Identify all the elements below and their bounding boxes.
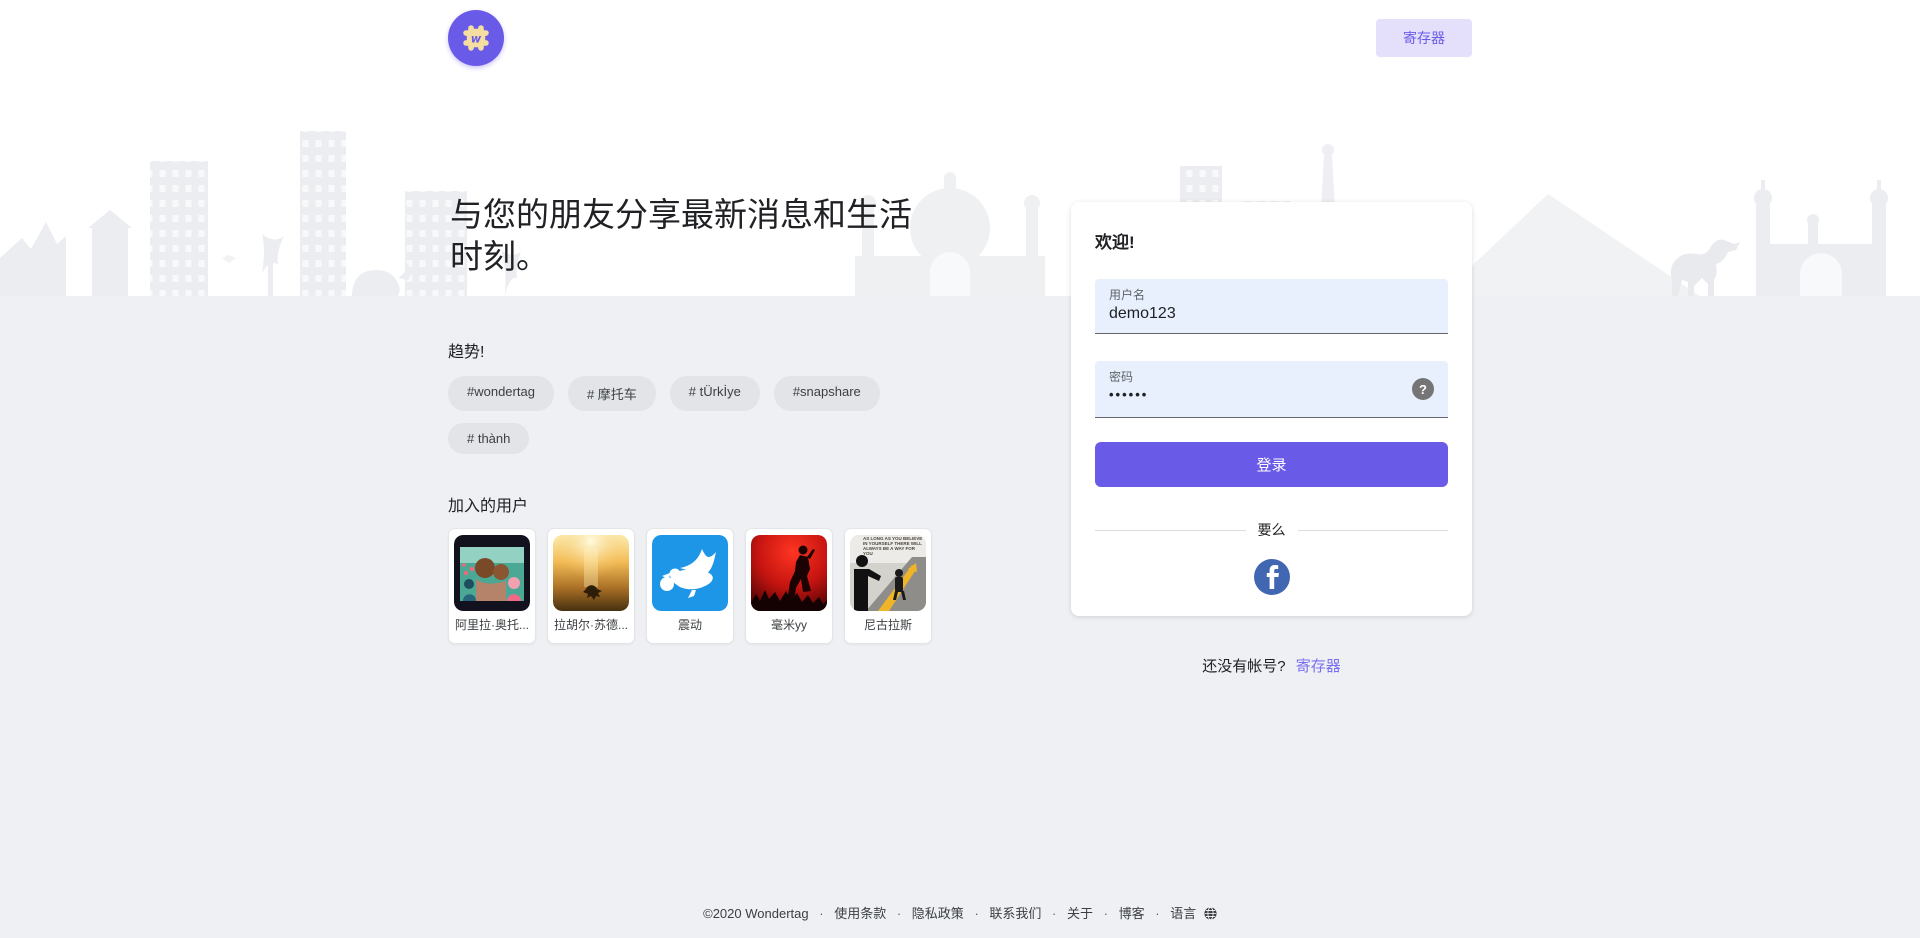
user-card[interactable]: 阿里拉·奥托... bbox=[448, 528, 536, 644]
user-card[interactable]: 拉胡尔·苏德... bbox=[547, 528, 635, 644]
trending-title: 趋势! bbox=[448, 338, 1008, 362]
footer-link-about[interactable]: 关于 bbox=[1067, 906, 1093, 921]
user-card[interactable]: AS LONG AS YOU BELIEVE IN YOURSELF THERE… bbox=[844, 528, 932, 644]
blue-dove-avatar bbox=[652, 535, 728, 611]
facebook-login-button[interactable] bbox=[1254, 559, 1290, 595]
meme-caption: AS LONG AS YOU BELIEVE IN YOURSELF THERE… bbox=[863, 536, 925, 556]
login-title: 欢迎! bbox=[1095, 228, 1448, 253]
footer-separator: · bbox=[819, 906, 823, 921]
username-label: 用户名 bbox=[1109, 287, 1434, 303]
user-name: 拉胡尔·苏德... bbox=[553, 617, 629, 633]
user-name: 尼古拉斯 bbox=[850, 617, 926, 633]
login-button[interactable]: 登录 bbox=[1095, 442, 1448, 487]
footer-link-terms[interactable]: 使用条款 bbox=[834, 906, 886, 921]
trend-tag-turkiye[interactable]: # tÜrkİye bbox=[670, 376, 760, 411]
user-name: 阿里拉·奥托... bbox=[454, 617, 530, 633]
footer-separator: · bbox=[897, 906, 901, 921]
user-card[interactable]: 震动 bbox=[646, 528, 734, 644]
trend-tag-wondertag[interactable]: #wondertag bbox=[448, 376, 554, 411]
concert-avatar bbox=[751, 535, 827, 611]
user-name: 毫米yy bbox=[751, 617, 827, 633]
meme-avatar: AS LONG AS YOU BELIEVE IN YOURSELF THERE… bbox=[850, 535, 926, 611]
baby-photo-avatar bbox=[454, 535, 530, 611]
username-field[interactable]: 用户名 bbox=[1095, 279, 1448, 334]
joined-users-title: 加入的用户 bbox=[448, 492, 1008, 516]
top-navigation: w 寄存器 bbox=[448, 0, 1472, 76]
login-panel: 欢迎! 用户名 密码 ? 登录 要么 bbox=[1071, 202, 1472, 691]
footer-link-contact[interactable]: 联系我们 bbox=[989, 906, 1041, 921]
trend-tag-motorcycle[interactable]: # 摩托车 bbox=[568, 376, 656, 411]
copyright: ©2020 Wondertag bbox=[703, 906, 808, 921]
facebook-icon bbox=[1254, 559, 1290, 595]
hashtag-logo-icon: w bbox=[459, 21, 493, 55]
user-name: 震动 bbox=[652, 617, 728, 633]
footer-link-privacy[interactable]: 隐私政策 bbox=[912, 906, 964, 921]
left-column: 趋势! #wondertag # 摩托车 # tÜrkİye #snapshar… bbox=[448, 296, 1008, 644]
trend-tag-thanh[interactable]: # thành bbox=[448, 423, 529, 454]
footer: ©2020 Wondertag · 使用条款 · 隐私政策 · 联系我们 · 关… bbox=[0, 903, 1920, 922]
footer-link-blog[interactable]: 博客 bbox=[1119, 906, 1145, 921]
username-input[interactable] bbox=[1109, 303, 1434, 327]
no-account-row: 还没有帐号? 寄存器 bbox=[1071, 655, 1472, 676]
footer-separator: · bbox=[1104, 906, 1108, 921]
trending-tags: #wondertag # 摩托车 # tÜrkİye #snapshare # … bbox=[448, 376, 918, 454]
joined-users-list: 阿里拉·奥托... bbox=[448, 528, 1008, 644]
logo-letter: w bbox=[471, 31, 482, 45]
password-input[interactable] bbox=[1109, 385, 1400, 406]
main-section: 趋势! #wondertag # 摩托车 # tÜrkİye #snapshar… bbox=[0, 296, 1920, 938]
divider-label: 要么 bbox=[1258, 520, 1286, 540]
trend-tag-snapshare[interactable]: #snapshare bbox=[774, 376, 880, 411]
page: w 寄存器 与您的朋友分享最新消息和生活时刻。 趋势! #wondertag #… bbox=[0, 0, 1920, 938]
login-card: 欢迎! 用户名 密码 ? 登录 要么 bbox=[1071, 202, 1472, 616]
sunset-turtle-avatar bbox=[553, 535, 629, 611]
footer-separator: · bbox=[974, 906, 978, 921]
password-help-icon[interactable]: ? bbox=[1412, 378, 1434, 400]
user-card[interactable]: 毫米yy bbox=[745, 528, 833, 644]
password-label: 密码 bbox=[1109, 369, 1434, 385]
globe-icon[interactable] bbox=[1204, 907, 1217, 920]
hero-section: w 寄存器 与您的朋友分享最新消息和生活时刻。 bbox=[0, 0, 1920, 296]
divider-line bbox=[1095, 530, 1246, 531]
register-link[interactable]: 寄存器 bbox=[1296, 658, 1341, 675]
footer-link-language[interactable]: 语言 bbox=[1170, 906, 1196, 921]
or-divider: 要么 bbox=[1095, 520, 1448, 540]
social-login bbox=[1095, 559, 1448, 595]
footer-separator: · bbox=[1155, 906, 1159, 921]
header-register-button[interactable]: 寄存器 bbox=[1376, 19, 1472, 57]
password-field[interactable]: 密码 ? bbox=[1095, 361, 1448, 418]
divider-line bbox=[1298, 530, 1449, 531]
footer-separator: · bbox=[1052, 906, 1056, 921]
hero-heading: 与您的朋友分享最新消息和生活时刻。 bbox=[450, 194, 930, 278]
wondertag-logo[interactable]: w bbox=[448, 10, 504, 66]
no-account-text: 还没有帐号? bbox=[1202, 658, 1285, 675]
